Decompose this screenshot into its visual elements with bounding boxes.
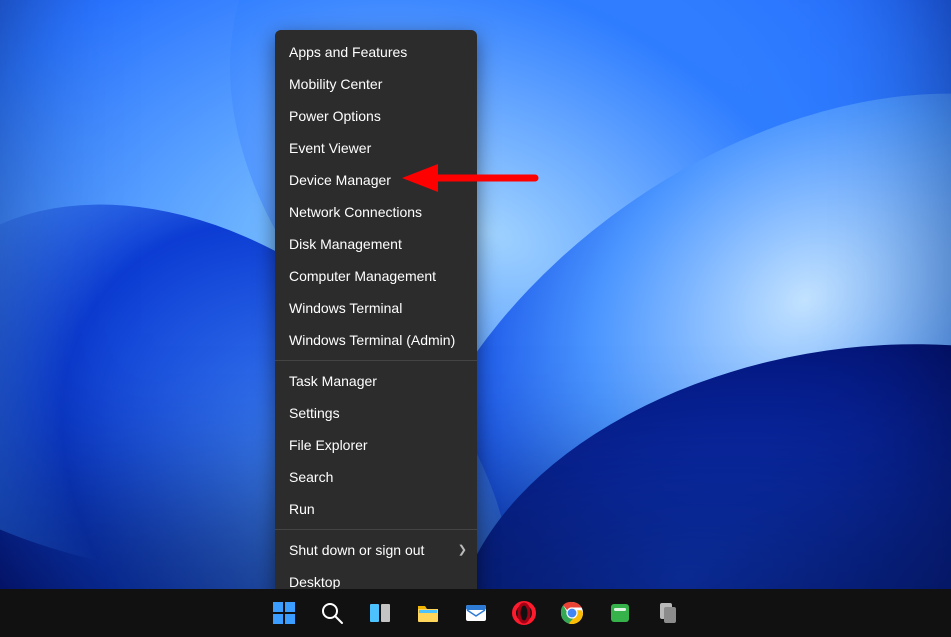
menu-item-network-connections[interactable]: Network Connections: [275, 196, 477, 228]
menu-separator: [275, 529, 477, 530]
menu-item-power-options[interactable]: Power Options: [275, 100, 477, 132]
taskbar: [0, 589, 951, 637]
menu-item-settings[interactable]: Settings: [275, 397, 477, 429]
menu-item-windows-terminal-admin[interactable]: Windows Terminal (Admin): [275, 324, 477, 356]
mail-icon: [464, 601, 488, 625]
taskbar-app-green-button[interactable]: [600, 593, 640, 633]
menu-item-run[interactable]: Run: [275, 493, 477, 525]
menu-item-search[interactable]: Search: [275, 461, 477, 493]
menu-item-apps-and-features[interactable]: Apps and Features: [275, 36, 477, 68]
menu-item-task-manager[interactable]: Task Manager: [275, 365, 477, 397]
windows-logo-icon: [272, 601, 296, 625]
menu-item-windows-terminal[interactable]: Windows Terminal: [275, 292, 477, 324]
search-icon: [320, 601, 344, 625]
folder-icon: [416, 601, 440, 625]
menu-item-device-manager[interactable]: Device Manager: [275, 164, 477, 196]
taskbar-app-grey-button[interactable]: [648, 593, 688, 633]
menu-item-file-explorer[interactable]: File Explorer: [275, 429, 477, 461]
chevron-right-icon: ❯: [458, 534, 467, 566]
winx-context-menu: Apps and Features Mobility Center Power …: [275, 30, 477, 604]
menu-item-mobility-center[interactable]: Mobility Center: [275, 68, 477, 100]
opera-icon: [512, 601, 536, 625]
taskbar-mail-button[interactable]: [456, 593, 496, 633]
menu-item-shut-down-or-sign-out[interactable]: Shut down or sign out ❯: [275, 534, 477, 566]
taskbar-chrome-button[interactable]: [552, 593, 592, 633]
app-icon: [608, 601, 632, 625]
taskbar-task-view-button[interactable]: [360, 593, 400, 633]
taskbar-start-button[interactable]: [264, 593, 304, 633]
menu-item-event-viewer[interactable]: Event Viewer: [275, 132, 477, 164]
taskbar-search-button[interactable]: [312, 593, 352, 633]
taskbar-file-explorer-button[interactable]: [408, 593, 448, 633]
menu-item-disk-management[interactable]: Disk Management: [275, 228, 477, 260]
menu-separator: [275, 360, 477, 361]
taskbar-opera-button[interactable]: [504, 593, 544, 633]
app-icon: [656, 601, 680, 625]
task-view-icon: [368, 601, 392, 625]
menu-item-computer-management[interactable]: Computer Management: [275, 260, 477, 292]
chrome-icon: [560, 601, 584, 625]
